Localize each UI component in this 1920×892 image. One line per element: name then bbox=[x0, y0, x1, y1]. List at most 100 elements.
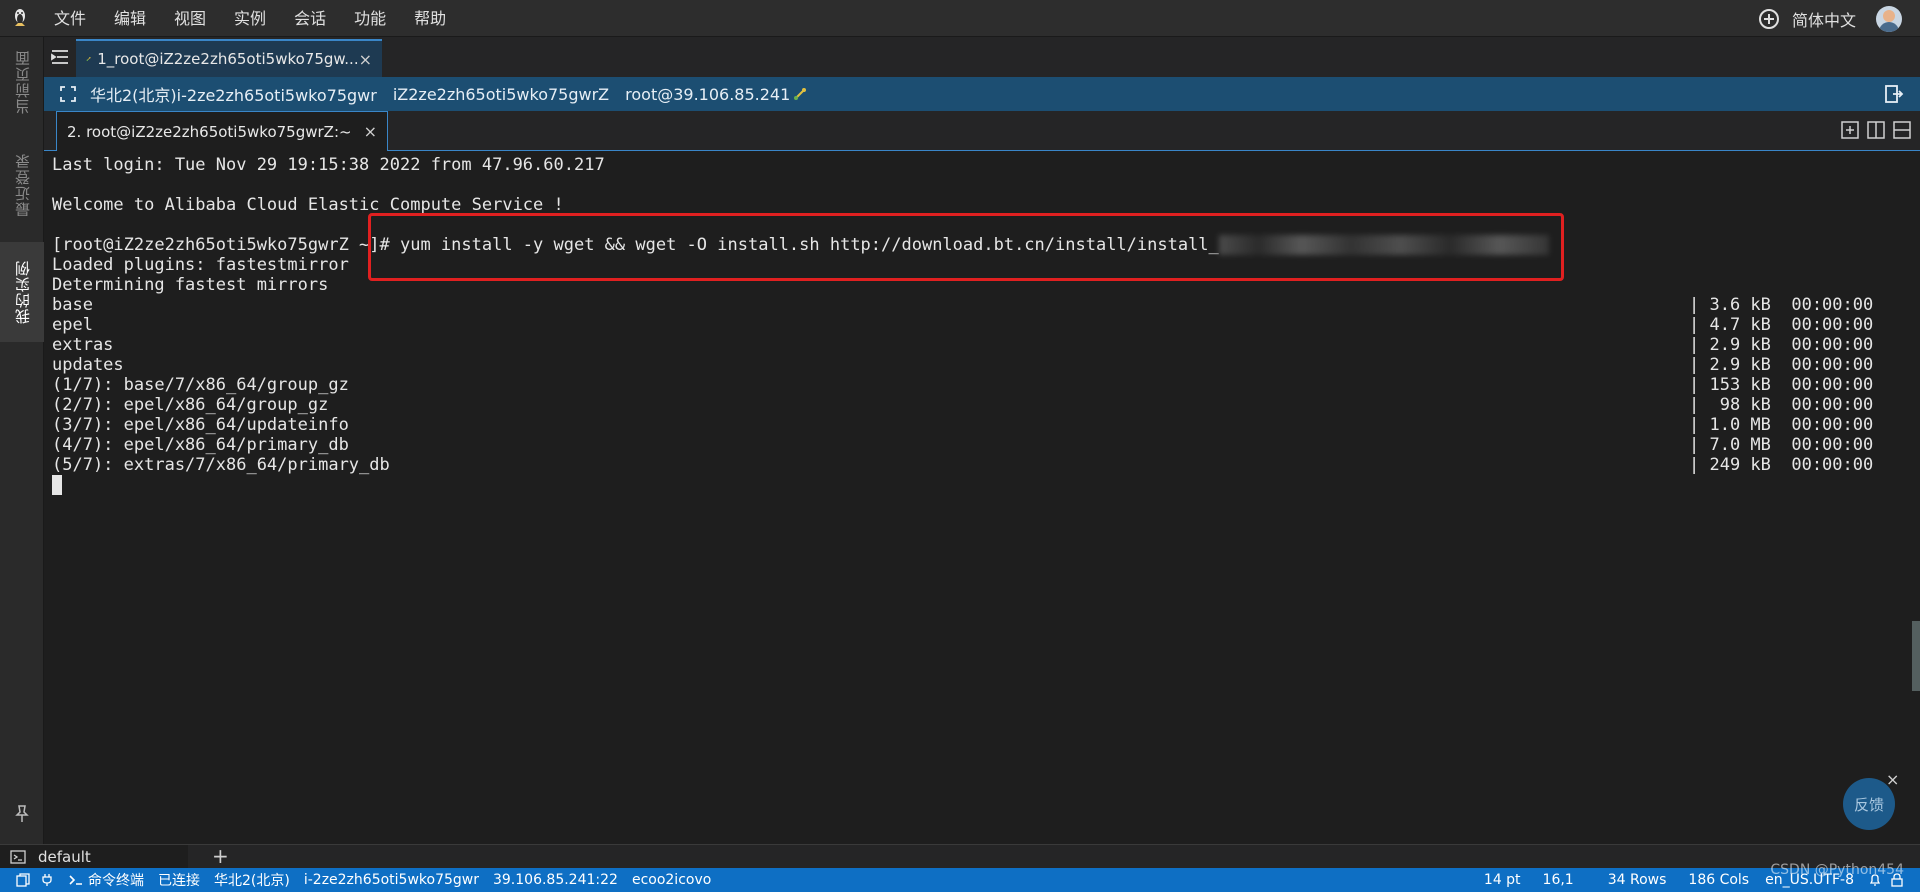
menu-bar: 文件 编辑 视图 实例 会话 功能 帮助 简体中文 bbox=[0, 0, 1920, 37]
status-rows: 34 Rows bbox=[1607, 872, 1667, 888]
status-address: 39.106.85.241:22 bbox=[492, 872, 618, 888]
repo-line: (3/7): epel/x86_64/updateinfo | 1.0 MB 00… bbox=[52, 415, 1920, 435]
command-line: [root@iZ2ze2zh65oti5wko75gwrZ ~]# yum in… bbox=[52, 235, 1920, 255]
sidebar-tab-recent-login[interactable]: 最近登录 bbox=[0, 135, 44, 235]
menu-edit[interactable]: 编辑 bbox=[100, 0, 160, 37]
status-region: 华北2(北京) bbox=[214, 873, 290, 889]
exit-icon[interactable] bbox=[1884, 84, 1904, 104]
repo-name: base bbox=[52, 295, 93, 315]
fullscreen-icon[interactable] bbox=[58, 84, 78, 104]
command-text: # yum install -y wget && wget -O install… bbox=[379, 235, 1219, 255]
session-tab-label: 1_root@iZ2ze2zh65oti5wko75gw... bbox=[97, 50, 359, 68]
status-font-size[interactable]: 14 pt bbox=[1484, 872, 1521, 888]
menu-instance[interactable]: 实例 bbox=[220, 0, 280, 37]
plugins-line: Loaded plugins: fastestmirror bbox=[52, 255, 349, 275]
add-circle-icon[interactable] bbox=[1758, 8, 1780, 30]
session-tab[interactable]: 1_root@iZ2ze2zh65oti5wko75gw... × bbox=[76, 39, 382, 77]
sidebar-tab-label: 最近登录 bbox=[13, 153, 32, 217]
terminal-cursor bbox=[52, 475, 62, 495]
terminal-prompt-icon bbox=[69, 875, 82, 885]
terminal-tab-label: 2. root@iZ2ze2zh65oti5wko75gwrZ:~ bbox=[67, 122, 352, 141]
repo-stat: | 98 kB 00:00:00 bbox=[1689, 395, 1874, 415]
terminal-icon bbox=[10, 850, 26, 864]
profile-bar: default + bbox=[0, 844, 1920, 869]
mirrors-line: Determining fastest mirrors bbox=[52, 275, 329, 295]
close-icon[interactable]: × bbox=[1886, 770, 1899, 789]
menu-features[interactable]: 功能 bbox=[340, 0, 400, 37]
redacted-region bbox=[1218, 235, 1549, 255]
repo-name: (2/7): epel/x86_64/group_gz bbox=[52, 395, 329, 415]
hostname: iZ2ze2zh65oti5wko75gwrZ bbox=[392, 84, 610, 104]
status-instance-id: i-2ze2zh65oti5wko75gwr bbox=[303, 872, 479, 888]
repo-stat: | 7.0 MB 00:00:00 bbox=[1689, 435, 1874, 455]
repo-line: base | 3.6 kB 00:00:00 bbox=[52, 295, 1920, 315]
profile-name: default bbox=[38, 848, 91, 866]
shell-prompt: [root@iZ2ze2zh65oti5wko75gwrZ ~] bbox=[52, 235, 380, 255]
terminal-tab[interactable]: 2. root@iZ2ze2zh65oti5wko75gwrZ:~ × bbox=[56, 111, 388, 151]
user-host: root@39.106.85.241 bbox=[625, 84, 791, 104]
menu-session[interactable]: 会话 bbox=[280, 0, 340, 37]
repo-name: (3/7): epel/x86_64/updateinfo bbox=[52, 415, 349, 435]
welcome-line: Welcome to Alibaba Cloud Elastic Compute… bbox=[52, 195, 564, 215]
plug-icon[interactable] bbox=[40, 873, 54, 887]
split-controls bbox=[1840, 120, 1912, 140]
sidebar-tab-my-instances[interactable]: 我的实例 bbox=[0, 242, 44, 342]
session-tab-strip: 1_root@iZ2ze2zh65oti5wko75gw... × bbox=[44, 37, 1920, 77]
copy-icon[interactable] bbox=[16, 873, 30, 887]
repo-line: updates | 2.9 kB 00:00:00 bbox=[52, 355, 1920, 375]
split-horizontal-icon[interactable] bbox=[1892, 120, 1912, 140]
connection-status-icon bbox=[86, 57, 91, 61]
menubar-right: 简体中文 bbox=[1758, 0, 1920, 37]
status-command-terminal[interactable]: 命令终端 bbox=[88, 870, 144, 890]
repo-name: (1/7): base/7/x86_64/group_gz bbox=[52, 375, 349, 395]
sidebar-tab-label: 当前页面 bbox=[13, 50, 32, 114]
menu-file[interactable]: 文件 bbox=[40, 0, 100, 37]
avatar[interactable] bbox=[1876, 5, 1902, 32]
repo-stat: | 4.7 kB 00:00:00 bbox=[1689, 315, 1874, 335]
repo-stat: | 1.0 MB 00:00:00 bbox=[1689, 415, 1874, 435]
language-selector[interactable]: 简体中文 bbox=[1792, 7, 1856, 31]
repo-stat: | 2.9 kB 00:00:00 bbox=[1689, 355, 1874, 375]
terminal-output[interactable]: Last login: Tue Nov 29 19:15:38 2022 fro… bbox=[44, 151, 1920, 844]
repo-line: (2/7): epel/x86_64/group_gz | 98 kB 00:00… bbox=[52, 395, 1920, 415]
add-profile-button[interactable]: + bbox=[212, 845, 229, 869]
sidebar-tab-current-page[interactable]: 当前页面 bbox=[0, 37, 44, 127]
menu-help[interactable]: 帮助 bbox=[400, 0, 460, 37]
left-sidebar: 当前页面 最近登录 我的实例 bbox=[0, 37, 44, 844]
cursor-line bbox=[52, 475, 1920, 495]
repo-name: (5/7): extras/7/x86_64/primary_db bbox=[52, 455, 390, 475]
repo-line: (5/7): extras/7/x86_64/primary_db | 249 k… bbox=[52, 455, 1920, 475]
scroll-indicator[interactable] bbox=[1912, 621, 1920, 691]
close-icon[interactable]: × bbox=[359, 50, 372, 69]
close-icon[interactable]: × bbox=[364, 122, 377, 141]
pin-icon[interactable] bbox=[12, 804, 32, 824]
terminal-tab-strip: 2. root@iZ2ze2zh65oti5wko75gwrZ:~ × bbox=[44, 111, 1920, 151]
status-connected: 已连接 bbox=[158, 873, 200, 889]
watermark: CSDN @Python454 bbox=[1770, 862, 1904, 878]
connection-status-icon bbox=[794, 88, 807, 100]
repo-name: epel bbox=[52, 315, 93, 335]
sidebar-tab-label: 我的实例 bbox=[13, 260, 32, 324]
connection-info-bar: 华北2(北京)i-2ze2zh65oti5wko75gwr iZ2ze2zh65… bbox=[44, 77, 1920, 111]
repo-line: (4/7): epel/x86_64/primary_db | 7.0 MB 00… bbox=[52, 435, 1920, 455]
repo-stat: | 249 kB 00:00:00 bbox=[1689, 455, 1874, 475]
repo-line: extras | 2.9 kB 00:00:00 bbox=[52, 335, 1920, 355]
repo-name: updates bbox=[52, 355, 124, 375]
status-cursor-position: 16,1 bbox=[1542, 872, 1574, 888]
repo-stat: | 2.9 kB 00:00:00 bbox=[1689, 335, 1874, 355]
repo-name: (4/7): epel/x86_64/primary_db bbox=[52, 435, 349, 455]
split-vertical-icon[interactable] bbox=[1866, 120, 1886, 140]
repo-line: epel | 4.7 kB 00:00:00 bbox=[52, 315, 1920, 335]
profile-tab[interactable]: default bbox=[0, 845, 188, 869]
add-pane-icon[interactable] bbox=[1840, 120, 1860, 140]
repo-name: extras bbox=[52, 335, 114, 355]
menu-list-icon[interactable] bbox=[44, 37, 76, 77]
status-cols: 186 Cols bbox=[1688, 872, 1750, 888]
repo-stat: | 3.6 kB 00:00:00 bbox=[1689, 295, 1874, 315]
repo-stat: | 153 kB 00:00:00 bbox=[1689, 375, 1874, 395]
linux-tux-icon bbox=[0, 0, 40, 37]
region-instance: 华北2(北京)i-2ze2zh65oti5wko75gwr bbox=[90, 86, 377, 105]
menu-view[interactable]: 视图 bbox=[160, 0, 220, 37]
